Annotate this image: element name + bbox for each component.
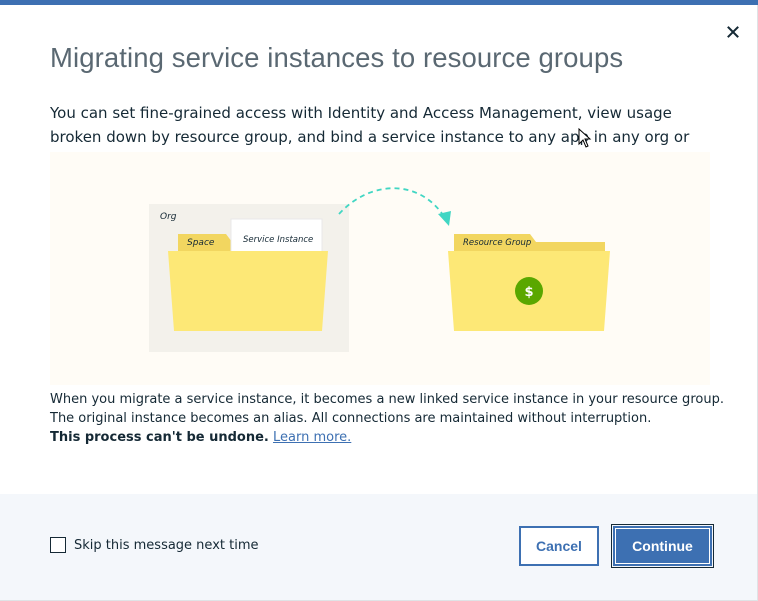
migration-arrow-path xyxy=(338,187,446,219)
illustration-svg: Org Service Instance Space Resource Grou… xyxy=(149,187,610,352)
description-line-3: This process can't be undone. Learn more… xyxy=(50,428,730,447)
continue-button[interactable]: Continue xyxy=(611,524,714,568)
mouse-cursor-icon xyxy=(578,128,592,148)
service-instance-label: Service Instance xyxy=(243,235,313,245)
migration-dialog: Migrating service instances to resource … xyxy=(0,0,758,601)
irreversible-warning: This process can't be undone. xyxy=(50,430,269,445)
migration-arrow-head xyxy=(438,211,451,226)
description-line-1: When you migrate a service instance, it … xyxy=(50,392,724,407)
close-icon xyxy=(727,26,739,38)
space-label: Space xyxy=(187,238,215,248)
learn-more-link[interactable]: Learn more. xyxy=(273,430,351,445)
org-label: Org xyxy=(160,212,177,222)
dialog-top-accent-bar xyxy=(0,0,758,5)
space-folder-front xyxy=(168,251,328,331)
resource-group-label: Resource Group xyxy=(463,238,531,248)
skip-message-checkbox[interactable] xyxy=(50,537,66,553)
skip-message-label[interactable]: Skip this message next time xyxy=(74,538,259,553)
migration-description: When you migrate a service instance, it … xyxy=(50,390,730,447)
dialog-title: Migrating service instances to resource … xyxy=(50,42,624,73)
cancel-button[interactable]: Cancel xyxy=(519,526,599,566)
close-button[interactable] xyxy=(722,21,744,43)
description-line-2: The original instance becomes an alias. … xyxy=(50,411,652,426)
migration-illustration: Org Service Instance Space Resource Grou… xyxy=(50,152,710,385)
dollar-symbol: $ xyxy=(524,285,533,300)
skip-message-checkbox-row[interactable]: Skip this message next time xyxy=(50,537,259,553)
